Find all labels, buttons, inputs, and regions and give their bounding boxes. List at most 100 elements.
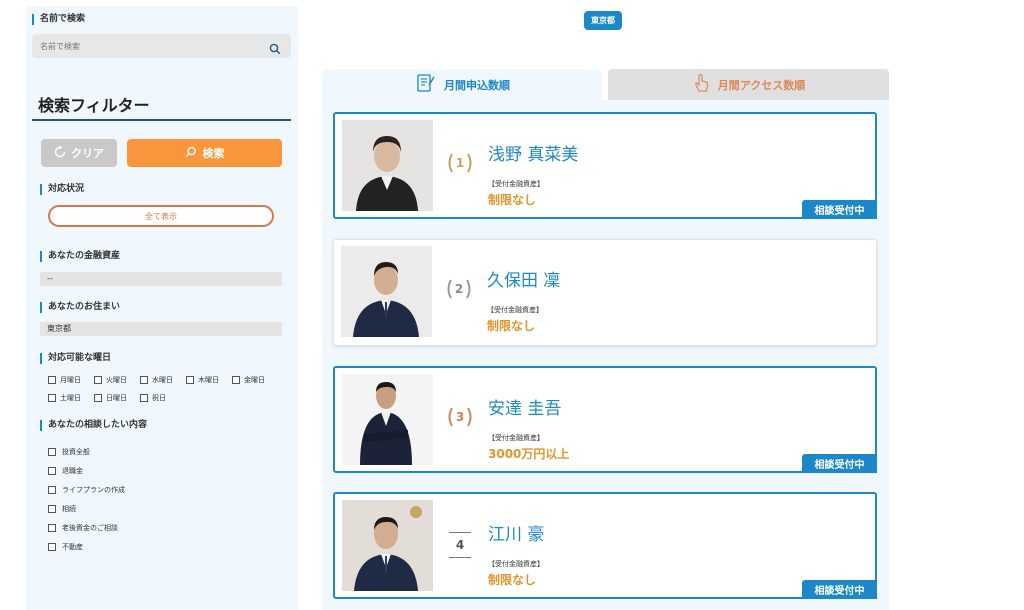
topic-checkbox-real-estate[interactable]: 不動産 xyxy=(48,537,125,556)
advisor-card[interactable]: 1 浅野 真菜美 【受付金融資産】 制限なし 相談受付中 xyxy=(333,112,877,219)
day-label: 金曜日 xyxy=(244,376,265,384)
rank-number: 4 xyxy=(449,532,471,558)
filter-divider xyxy=(32,119,291,121)
status-badge: 相談受付中 xyxy=(802,200,877,219)
checkbox[interactable] xyxy=(48,504,56,513)
checkbox[interactable] xyxy=(48,485,56,494)
advisor-name[interactable]: 浅野 真菜美 xyxy=(488,140,578,165)
name-search-heading: 名前で検索 xyxy=(32,14,85,25)
day-checkbox-mon[interactable]: 月曜日 xyxy=(48,374,94,386)
rank-number: 1 xyxy=(455,156,465,170)
tab-label: 月間アクセス数順 xyxy=(717,78,806,92)
search-icon xyxy=(184,146,197,161)
asset-value: 制限なし xyxy=(488,193,537,207)
day-label: 木曜日 xyxy=(198,376,219,384)
checkbox[interactable] xyxy=(48,376,56,384)
checkbox[interactable] xyxy=(48,394,56,402)
advisor-photo xyxy=(342,374,433,465)
topic-label: 不動産 xyxy=(62,542,83,551)
residence-select[interactable]: 東京都 xyxy=(40,322,282,336)
rank-badge: 2 xyxy=(442,272,476,306)
topic-checkbox-retirement-funds[interactable]: 老後資金のご相談 xyxy=(48,518,125,537)
day-checkbox-sat[interactable]: 土曜日 xyxy=(48,392,94,404)
days-checkbox-group: 月曜日 火曜日 水曜日 木曜日 金曜日 土曜日 日曜日 祝日 xyxy=(48,374,288,404)
day-label: 月曜日 xyxy=(60,376,81,384)
rank-badge: 1 xyxy=(443,146,477,180)
asset-label: 【受付金融資産】 xyxy=(488,434,544,442)
advisor-name[interactable]: 江川 豪 xyxy=(488,520,544,545)
checkbox[interactable] xyxy=(94,376,102,384)
day-checkbox-fri[interactable]: 金曜日 xyxy=(232,374,278,386)
days-heading: 対応可能な曜日 xyxy=(40,353,111,364)
rank-number: 2 xyxy=(454,282,464,296)
asset-label: 【受付金融資産】 xyxy=(488,560,544,568)
topic-checkbox-inheritance[interactable]: 相続 xyxy=(48,499,125,518)
checkbox[interactable] xyxy=(186,376,194,384)
clear-label: クリア xyxy=(71,147,104,160)
document-chart-icon xyxy=(414,73,436,96)
status-heading: 対応状況 xyxy=(40,184,84,195)
tab-label: 月間申込数順 xyxy=(444,78,510,92)
asset-value: 3000万円以上 xyxy=(488,447,570,461)
status-select[interactable]: 全て表示 xyxy=(48,205,274,227)
advisor-name[interactable]: 安達 圭吾 xyxy=(488,394,561,419)
asset-label: 【受付金融資産】 xyxy=(488,180,544,188)
day-label: 日曜日 xyxy=(106,394,127,402)
day-checkbox-tue[interactable]: 火曜日 xyxy=(94,374,140,386)
status-badge: 相談受付中 xyxy=(802,454,877,473)
day-label: 祝日 xyxy=(152,394,166,402)
page: 名前で検索 検索フィルター クリア 検索 対応状況 全て表示 あなたの金融資産 … xyxy=(0,0,1024,610)
rank-number: 3 xyxy=(455,410,465,424)
checkbox[interactable] xyxy=(94,394,102,402)
reset-icon xyxy=(54,144,66,161)
checkbox[interactable] xyxy=(48,447,56,456)
day-checkbox-wed[interactable]: 水曜日 xyxy=(140,374,186,386)
day-label: 火曜日 xyxy=(106,376,127,384)
topics-heading: あなたの相談したい内容 xyxy=(40,420,147,431)
search-icon[interactable] xyxy=(269,40,281,55)
checkbox[interactable] xyxy=(232,376,240,384)
advisor-card[interactable]: 3 安達 圭吾 【受付金融資産】 3000万円以上 相談受付中 xyxy=(333,366,877,473)
assets-heading: あなたの金融資産 xyxy=(40,251,120,262)
tab-monthly-applications[interactable]: 月間申込数順 xyxy=(322,69,602,100)
asset-label: 【受付金融資産】 xyxy=(487,306,543,314)
search-label: 検索 xyxy=(202,147,225,160)
topic-label: 相続 xyxy=(62,504,76,513)
name-search-input[interactable] xyxy=(32,34,252,59)
advisor-list: 1 浅野 真菜美 【受付金融資産】 制限なし 相談受付中 2 久保田 凜 【受付… xyxy=(322,100,889,610)
filter-sidebar: 名前で検索 検索フィルター クリア 検索 対応状況 全て表示 あなたの金融資産 … xyxy=(26,6,298,610)
asset-value: 制限なし xyxy=(487,319,536,333)
topic-label: 老後資金のご相談 xyxy=(62,523,118,532)
filter-title: 検索フィルター xyxy=(38,96,150,115)
asset-value: 制限なし xyxy=(488,573,537,587)
checkbox[interactable] xyxy=(140,376,148,384)
checkbox[interactable] xyxy=(48,466,56,475)
topic-checkbox-retirement-pay[interactable]: 退職金 xyxy=(48,461,125,480)
checkbox[interactable] xyxy=(140,394,148,402)
pointer-hand-icon xyxy=(692,73,710,96)
search-button[interactable]: 検索 xyxy=(127,139,282,167)
assets-select[interactable]: -- xyxy=(40,272,282,286)
advisor-name[interactable]: 久保田 凜 xyxy=(487,266,560,291)
topic-label: 投資全般 xyxy=(62,447,90,456)
advisor-photo xyxy=(342,120,433,211)
status-badge: 相談受付中 xyxy=(802,580,877,599)
day-label: 土曜日 xyxy=(60,394,81,402)
day-checkbox-holiday[interactable]: 祝日 xyxy=(140,392,186,404)
day-checkbox-thu[interactable]: 木曜日 xyxy=(186,374,232,386)
day-checkbox-sun[interactable]: 日曜日 xyxy=(94,392,140,404)
tab-monthly-access[interactable]: 月間アクセス数順 xyxy=(608,69,889,100)
advisor-photo xyxy=(341,246,432,337)
day-label: 水曜日 xyxy=(152,376,173,384)
clear-button[interactable]: クリア xyxy=(41,139,117,167)
advisor-card[interactable]: 2 久保田 凜 【受付金融資産】 制限なし xyxy=(333,239,877,346)
prefecture-badge: 東京都 xyxy=(584,11,622,30)
checkbox[interactable] xyxy=(48,523,56,532)
rank-badge: 3 xyxy=(443,400,477,434)
name-search-box[interactable] xyxy=(32,34,291,59)
topic-checkbox-life-plan[interactable]: ライフプランの作成 xyxy=(48,480,125,499)
topic-checkbox-investment[interactable]: 投資全般 xyxy=(48,442,125,461)
checkbox[interactable] xyxy=(48,542,56,551)
topic-label: 退職金 xyxy=(62,466,83,475)
advisor-card[interactable]: 4 江川 豪 【受付金融資産】 制限なし 相談受付中 xyxy=(333,492,877,599)
